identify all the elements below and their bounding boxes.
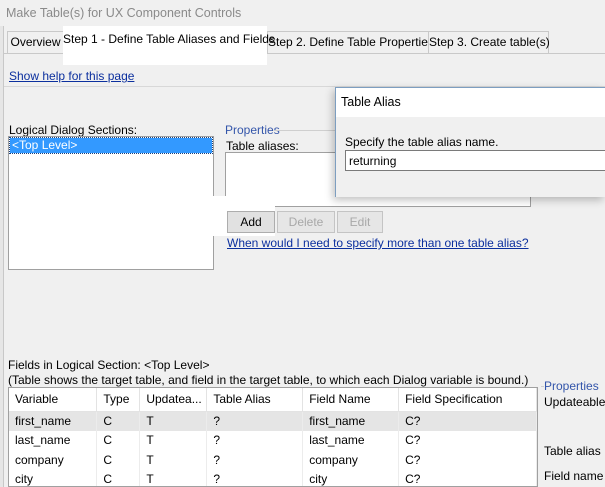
cell-table-alias: ? [206,450,304,470]
cell-type: C [96,469,141,486]
tab-strip: Overview Step 1 - Define Table Aliases a… [4,26,605,65]
table-alias-dialog: Table Alias Specify the table alias name… [335,87,605,197]
cell-field-specification: C? [398,430,537,450]
delete-alias-button[interactable]: Delete [277,211,335,233]
table-row[interactable]: last_name C T ? last_name C? [9,430,537,450]
cell-updateable: T [139,430,208,450]
fields-grid[interactable]: Variable Type Updatea... Table Alias Fie… [8,387,538,487]
table-row[interactable]: city C T ? city C? [9,469,537,486]
add-alias-button[interactable]: Add [227,211,275,233]
cell-field-name: last_name [302,430,400,450]
fields-section-label: Fields in Logical Section: <Top Level> [8,358,210,372]
show-help-link[interactable]: Show help for this page [9,69,134,83]
multiple-aliases-help-link[interactable]: When would I need to specify more than o… [227,236,529,250]
cell-table-alias: ? [206,469,304,486]
property-table-alias[interactable]: Table alias [544,444,601,458]
column-header-type[interactable]: Type [96,388,141,412]
table-header-row: Variable Type Updatea... Table Alias Fie… [9,388,537,412]
table-aliases-label: Table aliases: [226,139,299,153]
cell-field-specification: C? [398,411,537,431]
cell-variable: company [9,450,98,470]
edit-alias-button[interactable]: Edit [337,211,383,233]
right-properties-label: Properties [544,379,599,393]
column-header-table-alias[interactable]: Table Alias [206,388,304,412]
property-field-name[interactable]: Field name [544,469,603,483]
cell-field-name: company [302,450,400,470]
cell-field-specification: C? [398,469,537,486]
tab-overview[interactable]: Overview [7,31,64,53]
column-header-field-specification[interactable]: Field Specification [398,388,537,412]
cell-field-specification: C? [398,450,537,470]
cell-variable: first_name [9,411,98,431]
cell-updateable: T [139,450,208,470]
tab-step1-define-aliases[interactable]: Step 1 - Define Table Aliases and Fields [63,26,275,65]
fields-section-description: (Table shows the target table, and field… [8,373,529,387]
logical-sections-list[interactable]: <Top Level> [8,136,214,270]
cell-variable: city [9,469,98,486]
table-row[interactable]: first_name C T ? first_name C? [9,411,537,431]
cell-type: C [96,411,141,431]
cell-field-name: city [302,469,400,486]
column-header-field-name[interactable]: Field Name [302,388,400,412]
fields-table: Variable Type Updatea... Table Alias Fie… [9,388,537,486]
column-header-updateable[interactable]: Updatea... [139,388,208,412]
dialog-title: Table Alias [336,88,605,117]
table-row[interactable]: company C T ? company C? [9,450,537,470]
cell-updateable: T [139,411,208,431]
cell-field-name: first_name [302,411,400,431]
properties-group-label: Properties [225,123,280,137]
cell-table-alias: ? [206,411,304,431]
window-title: Make Table(s) for UX Component Controls [0,0,605,26]
properties-group-border [274,130,336,131]
tab-step2-table-properties[interactable]: Step 2. Define Table Properties [267,31,434,53]
dialog-prompt: Specify the table alias name. [345,135,499,149]
cell-updateable: T [139,469,208,486]
cell-type: C [96,450,141,470]
tab-step3-create-tables[interactable]: Step 3. Create table(s) [428,31,550,53]
section-item-top-level[interactable]: <Top Level> [9,137,213,154]
logical-sections-label: Logical Dialog Sections: [9,123,138,137]
cell-type: C [96,430,141,450]
table-alias-input[interactable] [345,150,605,171]
column-header-variable[interactable]: Variable [9,388,98,412]
cell-variable: last_name [9,430,98,450]
property-updateable[interactable]: Updateable [544,395,605,409]
cell-table-alias: ? [206,430,304,450]
